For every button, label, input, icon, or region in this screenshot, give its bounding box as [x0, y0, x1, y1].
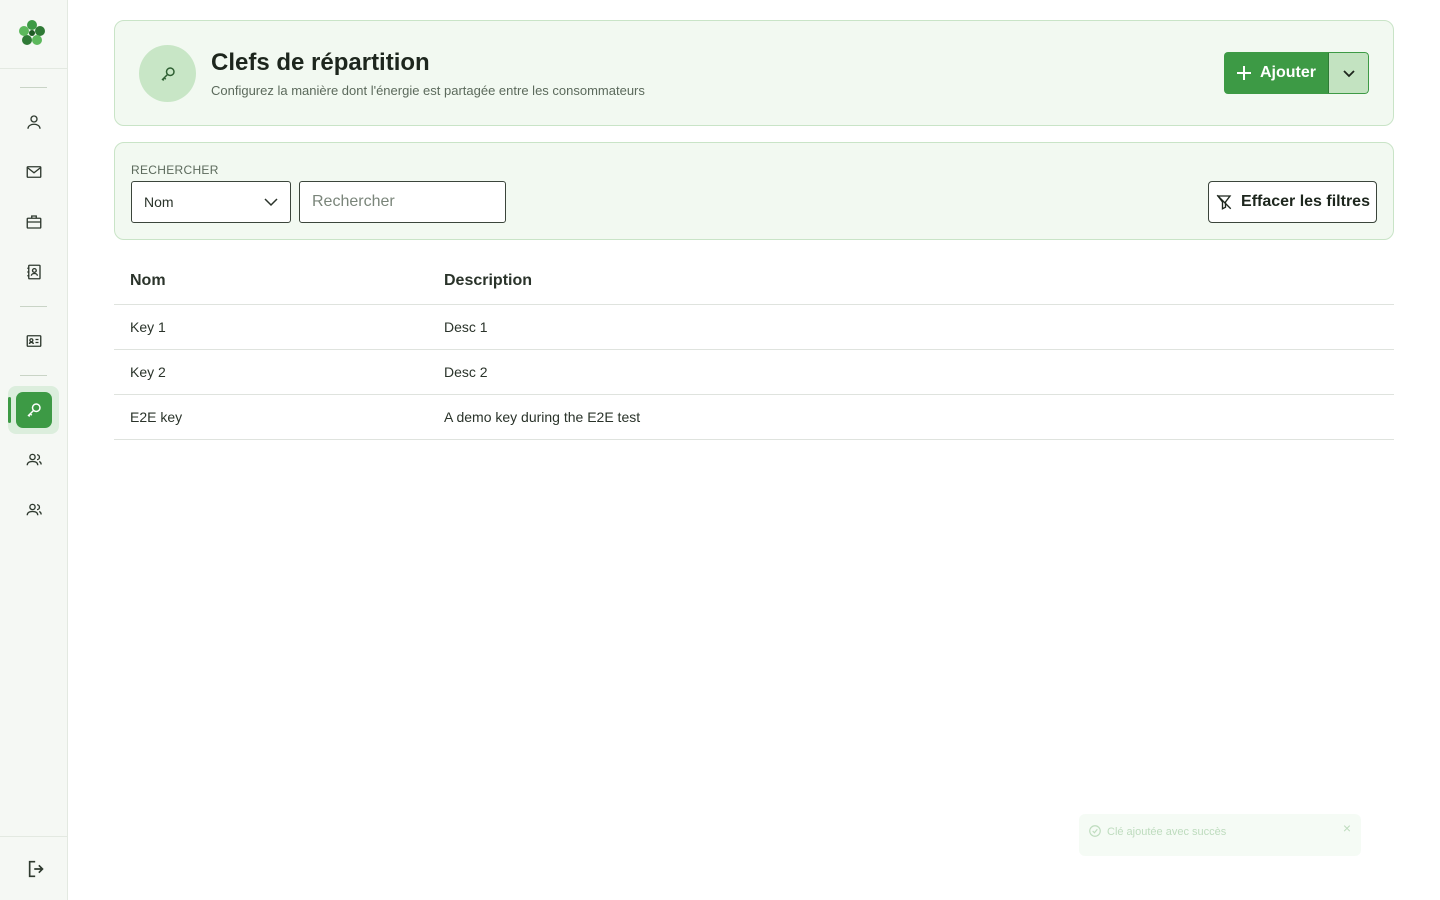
- cell-description: Desc 2: [444, 364, 488, 380]
- sidebar: [0, 0, 68, 900]
- cell-name: Key 1: [130, 319, 166, 335]
- success-toast: Clé ajoutée avec succès ×: [1079, 814, 1361, 856]
- filter-field-select[interactable]: Nom: [131, 181, 291, 223]
- cell-description: Desc 1: [444, 319, 488, 335]
- logout-icon: [28, 860, 44, 878]
- table-row[interactable]: Key 2 Desc 2: [114, 350, 1394, 395]
- table-header: Nom Description: [114, 258, 1394, 305]
- app-logo[interactable]: [17, 18, 47, 48]
- search-input[interactable]: [299, 181, 506, 223]
- sidebar-item-mail[interactable]: [14, 152, 54, 192]
- sidebar-divider: [20, 375, 47, 376]
- plus-icon: [1237, 66, 1251, 80]
- filter-off-icon: [1216, 194, 1232, 210]
- sidebar-divider: [0, 836, 68, 837]
- users-icon: [26, 453, 42, 466]
- users-icon: [26, 503, 42, 516]
- sidebar-divider: [20, 306, 47, 307]
- sidebar-item-keys[interactable]: [16, 392, 52, 428]
- user-icon: [27, 115, 41, 129]
- clear-filters-label: Effacer les filtres: [1241, 193, 1370, 210]
- page-subtitle: Configurez la manière dont l'énergie est…: [211, 83, 645, 98]
- key-icon: [27, 403, 41, 417]
- sidebar-item-consumers[interactable]: [14, 490, 54, 530]
- filter-field-value: Nom: [144, 194, 174, 210]
- column-header-description[interactable]: Description: [444, 272, 532, 290]
- add-button[interactable]: Ajouter: [1224, 52, 1328, 94]
- clear-filters-button[interactable]: Effacer les filtres: [1208, 181, 1377, 223]
- cell-description: A demo key during the E2E test: [444, 409, 641, 425]
- add-button-group: Ajouter: [1224, 52, 1369, 94]
- toast-message: Clé ajoutée avec succès: [1107, 826, 1227, 838]
- add-dropdown-toggle[interactable]: [1328, 52, 1369, 94]
- sidebar-item-groups[interactable]: [14, 440, 54, 480]
- cell-name: Key 2: [130, 364, 166, 380]
- cell-name: E2E key: [130, 409, 183, 425]
- mail-icon: [26, 166, 42, 178]
- table-row[interactable]: Key 1 Desc 1: [114, 305, 1394, 350]
- sidebar-item-members[interactable]: [14, 102, 54, 142]
- contact-book-icon: [27, 264, 41, 280]
- table-row[interactable]: E2E key A demo key during the E2E test: [114, 395, 1394, 440]
- sidebar-item-briefcase[interactable]: [14, 202, 54, 242]
- page-header: Clefs de répartition Configurez la maniè…: [114, 20, 1394, 126]
- check-circle-icon: [1089, 825, 1101, 837]
- header-key-icon: [139, 45, 196, 102]
- keys-table: Nom Description Key 1 Desc 1 Key 2 Desc …: [114, 258, 1394, 440]
- sidebar-item-contacts[interactable]: [14, 252, 54, 292]
- add-button-label: Ajouter: [1260, 64, 1316, 81]
- column-header-name[interactable]: Nom: [114, 272, 444, 290]
- sidebar-item-id-card[interactable]: [14, 321, 54, 361]
- sidebar-active-indicator: [8, 397, 11, 423]
- toast-close-button[interactable]: ×: [1343, 820, 1351, 836]
- logout-button[interactable]: [24, 856, 50, 882]
- briefcase-icon: [26, 215, 42, 229]
- sidebar-divider: [20, 87, 47, 88]
- chevron-down-icon: [1342, 70, 1355, 78]
- filter-bar: RECHERCHER Nom Effacer les filtres: [114, 142, 1394, 240]
- sidebar-divider: [0, 68, 68, 69]
- page-title: Clefs de répartition: [211, 49, 430, 76]
- filter-label: RECHERCHER: [131, 163, 219, 177]
- id-card-icon: [26, 335, 42, 347]
- key-icon: [160, 66, 175, 81]
- chevron-down-icon: [264, 198, 278, 207]
